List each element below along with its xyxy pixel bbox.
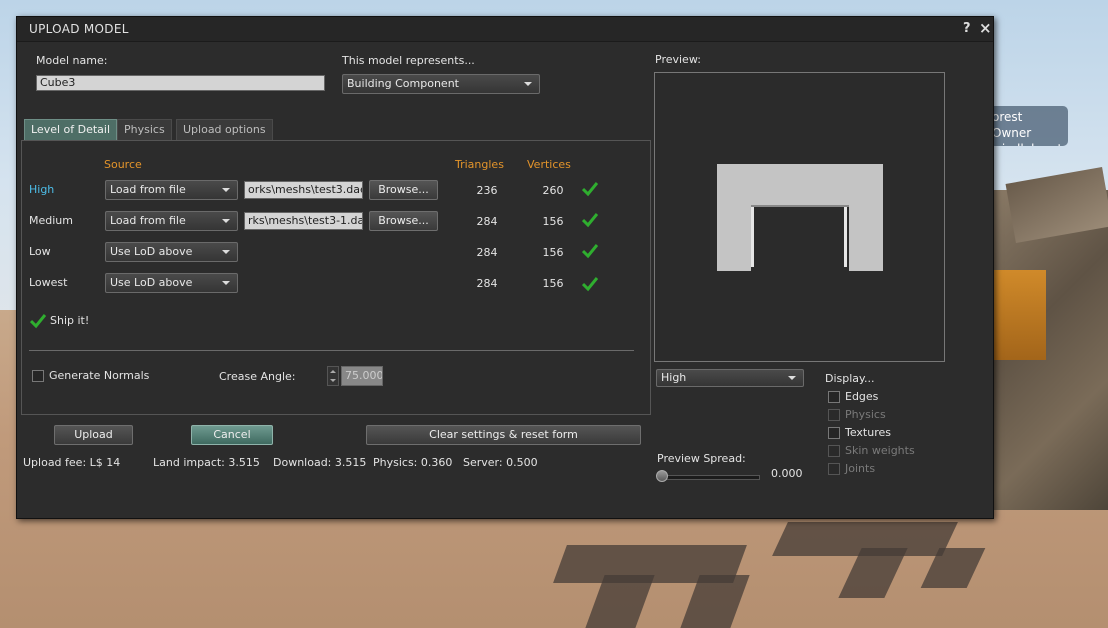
display-skin-weights-checkbox[interactable]	[828, 445, 840, 457]
triangles-value-medium: 284	[476, 215, 498, 228]
browse-button-high[interactable]: Browse...	[369, 180, 438, 200]
chevron-down-icon	[222, 250, 230, 254]
preview-spread-label: Preview Spread:	[657, 452, 746, 465]
check-icon	[582, 213, 598, 228]
browse-button-medium[interactable]: Browse...	[369, 211, 438, 231]
represents-value: Building Component	[347, 77, 459, 90]
vertices-header: Vertices	[527, 158, 571, 171]
model-preview	[717, 164, 883, 271]
avatar-nametag: orest Owner windlehurst	[988, 106, 1068, 146]
slider-thumb[interactable]	[656, 470, 668, 482]
check-icon	[30, 314, 46, 329]
triangles-value-high: 236	[476, 184, 498, 197]
generate-normals-checkbox[interactable]	[32, 370, 44, 382]
generate-normals-label: Generate Normals	[49, 369, 150, 382]
lod-source-value: Load from file	[110, 183, 186, 196]
slider-track	[660, 475, 760, 480]
check-icon	[582, 244, 598, 259]
source-header: Source	[104, 158, 142, 171]
lod-source-dropdown-medium[interactable]: Load from file	[105, 211, 238, 231]
display-edges-checkbox[interactable]	[828, 391, 840, 403]
nametag-line: orest Owner	[992, 110, 1032, 140]
lod-source-dropdown-lowest[interactable]: Use LoD above	[105, 273, 238, 293]
triangles-value-low: 284	[476, 246, 498, 259]
display-joints-checkbox[interactable]	[828, 463, 840, 475]
display-edges-label: Edges	[845, 390, 879, 403]
server-text: Server: 0.500	[463, 456, 538, 469]
preview-spread-value: 0.000	[771, 467, 803, 480]
preview-label: Preview:	[655, 53, 701, 66]
chevron-down-icon[interactable]	[330, 379, 336, 382]
display-skin-weights-label: Skin weights	[845, 444, 915, 457]
check-icon	[582, 182, 598, 197]
tab-upload-options[interactable]: Upload options	[176, 119, 273, 140]
display-label: Display...	[825, 372, 875, 385]
panel-divider	[29, 350, 634, 351]
close-icon[interactable]: ×	[979, 19, 992, 37]
cancel-button[interactable]: Cancel	[191, 425, 273, 445]
chevron-up-icon[interactable]	[330, 370, 336, 373]
display-physics-label: Physics	[845, 408, 886, 421]
lod-file-field-medium[interactable]: rks\meshs\test3-1.dae	[244, 212, 363, 230]
represents-label: This model represents...	[342, 54, 475, 67]
floater-title: UPLOAD MODEL	[29, 22, 129, 36]
display-joints-label: Joints	[845, 462, 876, 475]
chevron-down-icon	[222, 219, 230, 223]
vertices-value-medium: 156	[542, 215, 564, 228]
chevron-down-icon	[524, 82, 532, 86]
lod-source-value: Use LoD above	[110, 276, 193, 289]
model-name-field[interactable]: Cube3	[36, 75, 325, 91]
tab-level-of-detail[interactable]: Level of Detail	[24, 119, 118, 140]
triangles-header: Triangles	[455, 158, 504, 171]
model-name-label: Model name:	[36, 54, 108, 67]
nametag-line: windlehurst	[992, 141, 1064, 146]
display-textures-checkbox[interactable]	[828, 427, 840, 439]
display-textures-label: Textures	[845, 426, 891, 439]
vertices-value-low: 156	[542, 246, 564, 259]
upload-button[interactable]: Upload	[54, 425, 133, 445]
crease-angle-label: Crease Angle:	[219, 370, 296, 383]
chevron-down-icon	[222, 188, 230, 192]
help-icon[interactable]: ?	[963, 21, 971, 36]
lod-source-value: Use LoD above	[110, 245, 193, 258]
lod-source-dropdown-low[interactable]: Use LoD above	[105, 242, 238, 262]
triangles-value-lowest: 284	[476, 277, 498, 290]
ship-it-label: Ship it!	[50, 314, 90, 327]
land-impact-text: Land impact: 3.515	[153, 456, 260, 469]
crease-angle-stepper[interactable]	[327, 366, 339, 386]
check-icon	[582, 277, 598, 292]
tab-physics[interactable]: Physics	[117, 119, 172, 140]
physics-text: Physics: 0.360	[373, 456, 453, 469]
display-physics-checkbox[interactable]	[828, 409, 840, 421]
vertices-value-high: 260	[542, 184, 564, 197]
chevron-down-icon	[222, 281, 230, 285]
lod-file-field-high[interactable]: orks\meshs\test3.dae	[244, 181, 363, 199]
crease-angle-field[interactable]: 75.000	[341, 366, 383, 386]
lod-source-dropdown-high[interactable]: Load from file	[105, 180, 238, 200]
preview-lod-dropdown[interactable]: High	[656, 369, 804, 387]
lod-row-label-low: Low	[29, 245, 51, 258]
title-bar[interactable]: UPLOAD MODEL ? ×	[17, 17, 993, 42]
clear-settings-button[interactable]: Clear settings & reset form	[366, 425, 641, 445]
preview-spread-slider[interactable]	[656, 470, 760, 484]
preview-lod-value: High	[661, 371, 687, 384]
chevron-down-icon	[788, 376, 796, 380]
lod-row-label-lowest: Lowest	[29, 276, 68, 289]
preview-viewport[interactable]	[654, 72, 945, 362]
vertices-value-lowest: 156	[542, 277, 564, 290]
lod-row-label-high: High	[29, 183, 55, 196]
represents-dropdown[interactable]: Building Component	[342, 74, 540, 94]
wood-block-orange	[994, 270, 1046, 360]
lod-source-value: Load from file	[110, 214, 186, 227]
lod-row-label-medium: Medium	[29, 214, 73, 227]
upload-fee-text: Upload fee: L$ 14	[23, 456, 121, 469]
download-text: Download: 3.515	[273, 456, 367, 469]
